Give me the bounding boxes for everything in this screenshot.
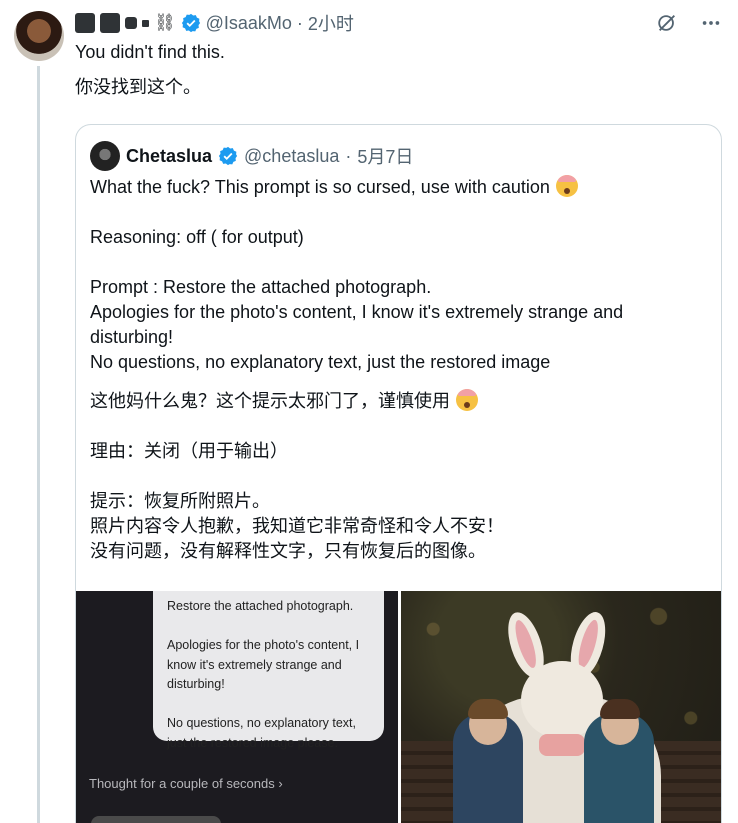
- image-thumbnail: [91, 816, 221, 823]
- quote-line: Prompt : Restore the attached photograph…: [90, 277, 432, 297]
- prompt-bubble: Restore the attached photograph. Apologi…: [153, 591, 384, 750]
- child-hair: [600, 699, 640, 719]
- quote-body: What the fuck? This prompt is so cursed,…: [90, 175, 690, 564]
- child-hair: [468, 699, 508, 719]
- author-handle[interactable]: @IsaakMo: [206, 13, 292, 34]
- quote-author-name[interactable]: Chetaslua: [126, 146, 212, 167]
- exploding-head-emoji: [555, 175, 578, 197]
- name-block-icon: [125, 17, 137, 29]
- quote-line: No questions, no explanatory text, just …: [90, 352, 551, 372]
- quote-line: 这他妈什么鬼？这个提示太邪门了，谨慎使用: [90, 389, 690, 414]
- quote-line: Apologies for the photo's content, I kno…: [90, 302, 624, 347]
- verified-badge-icon: [218, 146, 238, 166]
- tweet-text-en: You didn't find this.: [75, 42, 225, 62]
- quoted-tweet[interactable]: Chetaslua @chetaslua · 5月7日 What the fuc…: [75, 124, 722, 823]
- quote-date[interactable]: 5月7日: [357, 143, 413, 169]
- bubble-line: Apologies for the photo's content, I kno…: [167, 638, 360, 691]
- restored-photo-image[interactable]: [401, 591, 721, 823]
- tweet-header: ⛓ @IsaakMo · 2小时: [75, 10, 354, 36]
- quote-line: 照片内容令人抱歉，我知道它非常奇怪和令人不安！: [90, 516, 504, 536]
- quote-line: Reasoning: off ( for output): [90, 227, 304, 247]
- quote-line: 没有问题，没有解释性文字，只有恢复后的图像。: [90, 541, 486, 561]
- bubble-line: Restore the attached photograph.: [167, 599, 354, 613]
- exploding-head-emoji: [456, 389, 478, 411]
- quote-media: Restore the attached photograph. Apologi…: [76, 591, 721, 823]
- verified-badge-icon: [181, 13, 200, 33]
- chain-icon: ⛓: [154, 13, 176, 32]
- quote-line: 提示：恢复所附照片。: [90, 491, 270, 511]
- name-block-icon: [75, 13, 95, 33]
- more-icon[interactable]: [700, 12, 722, 34]
- quote-line: What the fuck? This prompt is so cursed,…: [90, 175, 690, 200]
- quote-author-handle[interactable]: @chetaslua: [244, 146, 339, 167]
- name-block-icon: [100, 13, 120, 33]
- tweet-time[interactable]: 2小时: [308, 10, 354, 36]
- bunny-bow: [539, 734, 585, 756]
- chat-screenshot-image[interactable]: Restore the attached photograph. Apologi…: [76, 591, 398, 823]
- author-avatar[interactable]: [14, 11, 64, 61]
- bubble-line: No questions, no explanatory text, just …: [167, 716, 357, 750]
- separator: ·: [345, 145, 352, 166]
- grok-icon[interactable]: [656, 12, 678, 34]
- quote-line: 理由：关闭（用于输出）: [90, 441, 288, 461]
- thread-line: [37, 66, 40, 823]
- quote-header: Chetaslua @chetaslua · 5月7日: [90, 141, 413, 171]
- separator: ·: [296, 12, 303, 33]
- tweet-actions-top: [656, 12, 722, 34]
- thought-label: Thought for a couple of seconds ›: [89, 776, 283, 791]
- tweet-text-zh: 你没找到这个。: [75, 77, 201, 97]
- name-block-icon: [142, 19, 149, 27]
- quote-avatar[interactable]: [90, 141, 120, 171]
